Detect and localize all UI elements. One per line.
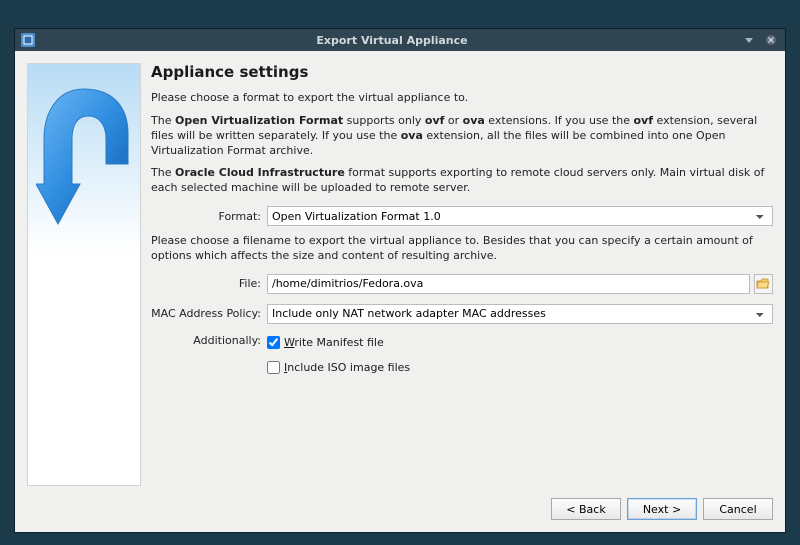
write-manifest-checkbox[interactable]: [267, 336, 280, 349]
folder-icon: [756, 277, 770, 291]
back-button[interactable]: < Back: [551, 498, 621, 520]
cancel-button[interactable]: Cancel: [703, 498, 773, 520]
format-label: Format:: [151, 210, 261, 223]
include-iso-label: Include ISO image files: [284, 361, 410, 374]
file-label: File:: [151, 277, 261, 290]
oci-description: The Oracle Cloud Infrastructure format s…: [151, 166, 773, 196]
app-icon: [21, 33, 35, 47]
write-manifest-checkbox-row[interactable]: Write Manifest file: [267, 336, 773, 349]
page-heading: Appliance settings: [151, 63, 773, 81]
window-title: Export Virtual Appliance: [43, 34, 741, 47]
ovf-description: The Open Virtualization Format supports …: [151, 114, 773, 159]
filename-intro: Please choose a filename to export the v…: [151, 234, 773, 264]
format-select[interactable]: Open Virtualization Format 1.0: [267, 206, 773, 226]
button-bar: < Back Next > Cancel: [15, 490, 785, 532]
write-manifest-label: Write Manifest file: [284, 336, 384, 349]
include-iso-checkbox[interactable]: [267, 361, 280, 374]
file-input[interactable]: [267, 274, 750, 294]
next-button[interactable]: Next >: [627, 498, 697, 520]
additionally-label: Additionally:: [151, 334, 261, 347]
mac-policy-label: MAC Address Policy:: [151, 307, 261, 320]
include-iso-checkbox-row[interactable]: Include ISO image files: [267, 361, 410, 374]
close-button[interactable]: [763, 32, 779, 48]
intro-text: Please choose a format to export the vir…: [151, 91, 773, 106]
export-appliance-dialog: Export Virtual Appliance: [14, 28, 786, 533]
titlebar: Export Virtual Appliance: [15, 29, 785, 51]
arrow-icon: [36, 84, 132, 264]
wizard-sidebar-image: [27, 63, 141, 486]
mac-policy-select[interactable]: Include only NAT network adapter MAC add…: [267, 304, 773, 324]
dialog-content: Appliance settings Please choose a forma…: [15, 51, 785, 532]
minimize-button[interactable]: [741, 32, 757, 48]
browse-file-button[interactable]: [754, 274, 773, 294]
